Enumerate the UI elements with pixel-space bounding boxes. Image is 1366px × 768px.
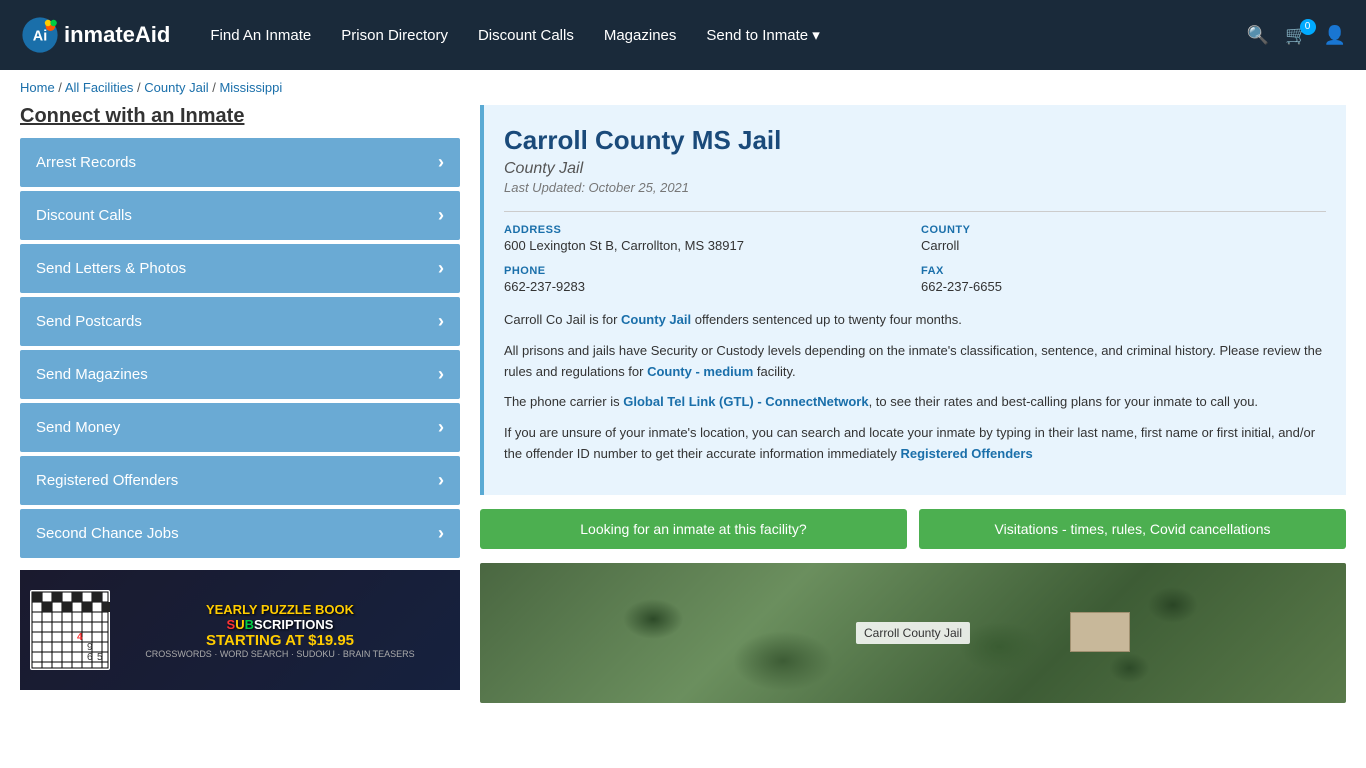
logo[interactable]: Ai inmateAid	[20, 15, 170, 55]
sidebar-item-label: Second Chance Jobs	[36, 525, 179, 542]
sidebar-item-label: Discount Calls	[36, 207, 132, 224]
fax-label: FAX	[921, 265, 1326, 277]
facility-content: Carroll County MS Jail County Jail Last …	[480, 105, 1346, 703]
desc-para-3: The phone carrier is Global Tel Link (GT…	[504, 392, 1326, 413]
address-block: ADDRESS 600 Lexington St B, Carrollton, …	[504, 224, 909, 253]
county-jail-link[interactable]: County Jail	[621, 312, 691, 327]
logo-icon: Ai	[20, 15, 60, 55]
svg-text:4: 4	[77, 632, 83, 643]
svg-text:5: 5	[97, 652, 103, 663]
facility-card: Carroll County MS Jail County Jail Last …	[480, 105, 1346, 495]
sidebar-item-arrest-records[interactable]: Arrest Records ›	[20, 138, 460, 187]
breadcrumb-sep3: /	[209, 80, 220, 95]
ad-text-block: YEARLY PUZZLE BOOK SUBSCRIPTIONS STARTIN…	[145, 602, 414, 659]
facility-name: Carroll County MS Jail	[504, 125, 1326, 156]
sidebar-arrow-icon: ›	[438, 417, 444, 438]
breadcrumb-county-jail[interactable]: County Jail	[144, 80, 208, 95]
address-label: ADDRESS	[504, 224, 909, 236]
phone-label: PHONE	[504, 265, 909, 277]
sidebar-item-send-money[interactable]: Send Money ›	[20, 403, 460, 452]
sidebar-item-label: Send Postcards	[36, 313, 142, 330]
nav-find-inmate[interactable]: Find An Inmate	[210, 27, 311, 44]
phone-block: PHONE 662-237-9283	[504, 265, 909, 294]
info-divider	[504, 211, 1326, 212]
header-right: 🔍 🛒 0 👤	[1247, 25, 1346, 46]
sidebar-item-send-letters[interactable]: Send Letters & Photos ›	[20, 244, 460, 293]
nav-send-to-inmate[interactable]: Send to Inmate ▾	[706, 26, 819, 44]
facility-last-updated: Last Updated: October 25, 2021	[504, 180, 1326, 195]
desc-para-4: If you are unsure of your inmate's locat…	[504, 423, 1326, 465]
sidebar-arrow-icon: ›	[438, 470, 444, 491]
svg-text:6: 6	[87, 652, 93, 663]
logo-text: inmateAid	[64, 22, 170, 48]
sidebar: Connect with an Inmate Arrest Records › …	[20, 105, 460, 703]
fax-block: FAX 662-237-6655	[921, 265, 1326, 294]
map-label: Carroll County Jail	[856, 622, 970, 644]
ad-types: CROSSWORDS · WORD SEARCH · SUDOKU · BRAI…	[145, 649, 414, 659]
user-icon[interactable]: 👤	[1324, 25, 1346, 46]
fax-value: 662-237-6655	[921, 279, 1326, 294]
breadcrumb-sep2: /	[133, 80, 144, 95]
action-buttons: Looking for an inmate at this facility? …	[480, 509, 1346, 549]
breadcrumb: Home / All Facilities / County Jail / Mi…	[0, 70, 1366, 105]
sidebar-item-label: Send Money	[36, 419, 120, 436]
facility-info-grid: ADDRESS 600 Lexington St B, Carrollton, …	[504, 224, 1326, 294]
sidebar-arrow-icon: ›	[438, 523, 444, 544]
sidebar-item-send-magazines[interactable]: Send Magazines ›	[20, 350, 460, 399]
svg-text:Ai: Ai	[33, 29, 47, 45]
sidebar-advertisement[interactable]: 4 9 5 6 YEARLY PUZZLE BOOK SUBSCRIPTIONS…	[20, 570, 460, 690]
search-icon[interactable]: 🔍	[1247, 25, 1269, 46]
breadcrumb-all-facilities[interactable]: All Facilities	[65, 80, 134, 95]
ad-title: YEARLY PUZZLE BOOK	[145, 602, 414, 617]
breadcrumb-state[interactable]: Mississippi	[219, 80, 282, 95]
ad-subtitle: SUBSCRIPTIONS	[145, 617, 414, 632]
desc-para-2: All prisons and jails have Security or C…	[504, 341, 1326, 383]
site-header: Ai inmateAid Find An Inmate Prison Direc…	[0, 0, 1366, 70]
sidebar-arrow-icon: ›	[438, 152, 444, 173]
breadcrumb-home[interactable]: Home	[20, 80, 55, 95]
gtl-link[interactable]: Global Tel Link (GTL) - ConnectNetwork	[623, 394, 868, 409]
main-nav: Find An Inmate Prison Directory Discount…	[210, 26, 1246, 44]
county-medium-link[interactable]: County - medium	[647, 364, 753, 379]
ad-puzzle-graphic: 4 9 5 6	[30, 590, 110, 670]
sidebar-arrow-icon: ›	[438, 311, 444, 332]
facility-type: County Jail	[504, 160, 1326, 178]
nav-magazines[interactable]: Magazines	[604, 27, 677, 44]
sidebar-item-second-chance-jobs[interactable]: Second Chance Jobs ›	[20, 509, 460, 558]
county-label: COUNTY	[921, 224, 1326, 236]
main-layout: Connect with an Inmate Arrest Records › …	[0, 105, 1366, 723]
nav-prison-directory[interactable]: Prison Directory	[341, 27, 448, 44]
sidebar-title: Connect with an Inmate	[20, 105, 460, 128]
county-value: Carroll	[921, 238, 1326, 253]
sidebar-item-label: Send Magazines	[36, 366, 148, 383]
facility-description: Carroll Co Jail is for County Jail offen…	[504, 310, 1326, 465]
breadcrumb-sep1: /	[55, 80, 65, 95]
find-inmate-button[interactable]: Looking for an inmate at this facility?	[480, 509, 907, 549]
visitations-button[interactable]: Visitations - times, rules, Covid cancel…	[919, 509, 1346, 549]
registered-offenders-link[interactable]: Registered Offenders	[900, 446, 1032, 461]
sidebar-item-label: Arrest Records	[36, 154, 136, 171]
sidebar-item-discount-calls[interactable]: Discount Calls ›	[20, 191, 460, 240]
sidebar-arrow-icon: ›	[438, 205, 444, 226]
ad-price: STARTING AT $19.95	[145, 632, 414, 649]
sidebar-arrow-icon: ›	[438, 364, 444, 385]
sidebar-item-send-postcards[interactable]: Send Postcards ›	[20, 297, 460, 346]
sidebar-menu: Arrest Records › Discount Calls › Send L…	[20, 138, 460, 558]
desc-para-1: Carroll Co Jail is for County Jail offen…	[504, 310, 1326, 331]
address-value: 600 Lexington St B, Carrollton, MS 38917	[504, 238, 909, 253]
county-block: COUNTY Carroll	[921, 224, 1326, 253]
phone-value: 662-237-9283	[504, 279, 909, 294]
sidebar-item-registered-offenders[interactable]: Registered Offenders ›	[20, 456, 460, 505]
sidebar-arrow-icon: ›	[438, 258, 444, 279]
cart-icon[interactable]: 🛒 0	[1285, 25, 1307, 46]
sidebar-item-label: Send Letters & Photos	[36, 260, 186, 277]
sidebar-item-label: Registered Offenders	[36, 472, 178, 489]
map-building	[1070, 612, 1130, 652]
cart-badge: 0	[1300, 19, 1316, 35]
facility-map[interactable]: Carroll County Jail	[480, 563, 1346, 703]
nav-discount-calls[interactable]: Discount Calls	[478, 27, 574, 44]
